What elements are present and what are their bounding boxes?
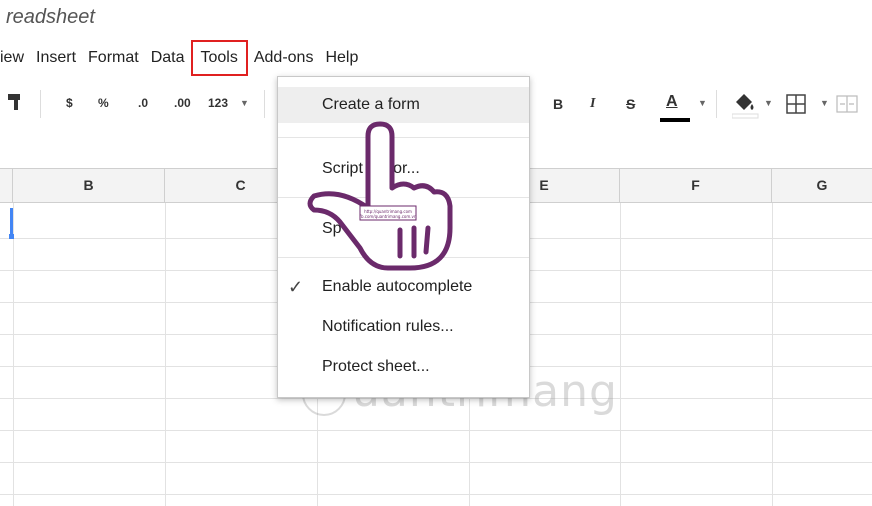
document-title[interactable]: readsheet xyxy=(6,6,95,29)
pointing-hand-icon: http://quantrimang.com fb.com/quantriman… xyxy=(307,121,453,271)
decrease-decimal-button[interactable]: .0 xyxy=(138,96,148,110)
fill-color-chevron-icon: ▼ xyxy=(764,98,773,108)
text-color-chevron-icon: ▼ xyxy=(698,98,707,108)
svg-text:fb.com/quantrimang.com.vn: fb.com/quantrimang.com.vn xyxy=(360,214,417,219)
menu-bar: iew Insert Format Data Tools Add-ons Hel… xyxy=(0,40,872,76)
column-line xyxy=(13,203,14,506)
menu-format[interactable]: Format xyxy=(82,40,145,76)
row-header-corner xyxy=(0,168,13,203)
menu-item-notification-rules[interactable]: Notification rules... xyxy=(278,309,529,345)
borders-icon[interactable] xyxy=(786,94,806,114)
menu-view[interactable]: iew xyxy=(0,40,30,76)
more-formats-button[interactable]: 123 xyxy=(208,96,228,110)
menu-tools[interactable]: Tools xyxy=(190,40,248,76)
merge-cells-icon[interactable] xyxy=(836,94,858,114)
toolbar-divider xyxy=(716,90,717,118)
fill-color-icon[interactable] xyxy=(732,92,760,120)
menu-help[interactable]: Help xyxy=(319,40,364,76)
column-line xyxy=(165,203,166,506)
cell-fill-handle[interactable] xyxy=(9,234,14,239)
row-line xyxy=(0,494,872,495)
menu-item-label: Enable autocomplete xyxy=(322,278,473,295)
row-line xyxy=(0,462,872,463)
bold-button[interactable]: B xyxy=(553,96,563,112)
row-line xyxy=(0,430,872,431)
more-formats-chevron-icon: ▼ xyxy=(240,98,249,108)
menu-addons[interactable]: Add-ons xyxy=(248,40,320,76)
toolbar-divider xyxy=(264,90,265,118)
italic-button[interactable]: I xyxy=(590,96,595,112)
percent-format-button[interactable]: % xyxy=(98,96,109,110)
text-color-button[interactable]: A xyxy=(666,93,678,111)
paint-format-icon[interactable] xyxy=(6,92,24,114)
increase-decimal-button[interactable]: .00 xyxy=(174,96,191,110)
borders-chevron-icon: ▼ xyxy=(820,98,829,108)
currency-format-button[interactable]: $ xyxy=(66,96,73,110)
text-color-swatch xyxy=(660,118,690,122)
column-header-b[interactable]: B xyxy=(13,168,165,203)
column-line xyxy=(620,203,621,506)
menu-data[interactable]: Data xyxy=(145,40,191,76)
menu-item-protect-sheet[interactable]: Protect sheet... xyxy=(278,349,529,385)
column-line xyxy=(772,203,773,506)
menu-insert[interactable]: Insert xyxy=(30,40,82,76)
toolbar-divider xyxy=(40,90,41,118)
strikethrough-button[interactable]: S xyxy=(626,96,635,112)
column-header-f[interactable]: F xyxy=(620,168,772,203)
column-header-g[interactable]: G xyxy=(772,168,872,203)
